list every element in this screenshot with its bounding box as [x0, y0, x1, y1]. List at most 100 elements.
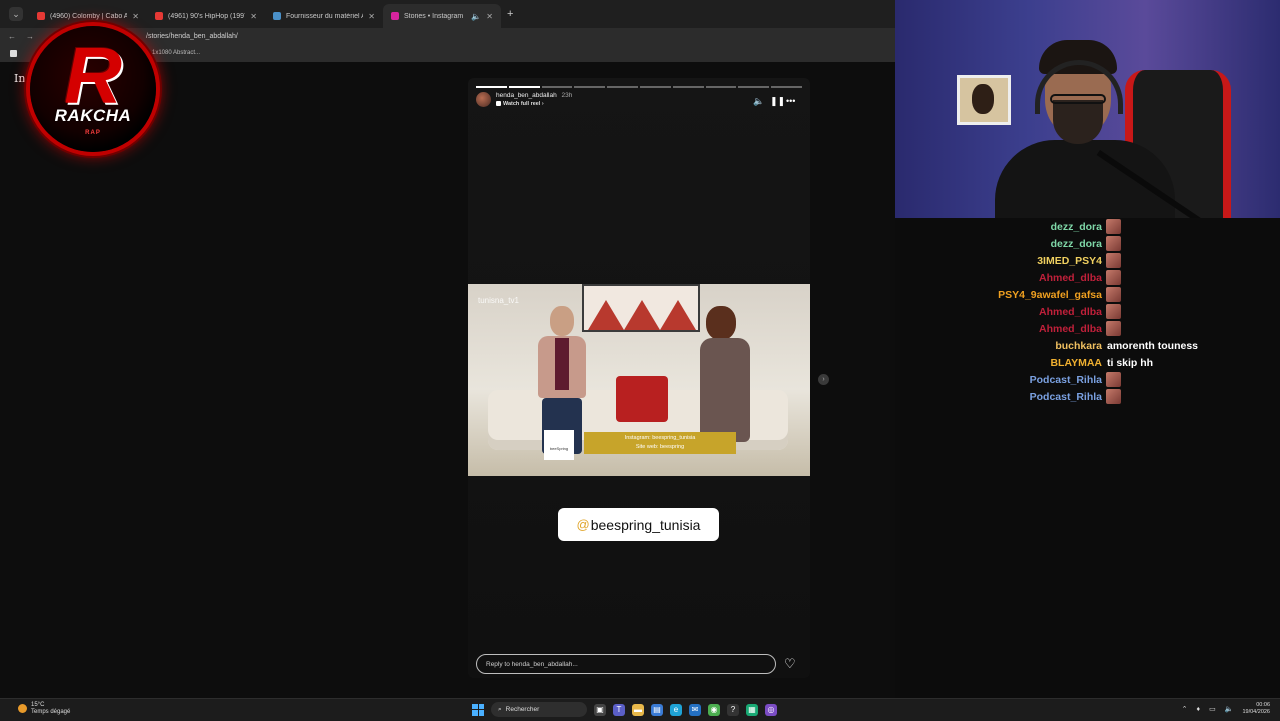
instagram-logo[interactable]: Ins — [14, 72, 31, 85]
chat-username[interactable]: buchkara — [1055, 340, 1102, 352]
weather-icon — [18, 704, 27, 713]
close-tab-icon[interactable]: ✕ — [368, 12, 375, 21]
store-icon[interactable]: ▤ — [651, 703, 663, 716]
story-time: 23h — [561, 92, 573, 99]
chat-emote-icon — [1106, 389, 1121, 404]
pause-icon[interactable]: ❚❚ — [770, 96, 785, 107]
chat-message: Ahmed_dlba — [895, 303, 1280, 320]
pillow — [616, 376, 668, 422]
chat-emote-icon — [1106, 287, 1121, 302]
chevron-up-icon[interactable]: ⌃ — [1182, 705, 1188, 713]
logo-name: RAKCHA — [54, 106, 132, 125]
volume-icon[interactable]: 🔈 — [753, 96, 764, 107]
task-view-icon[interactable]: ▣ — [594, 703, 606, 716]
chat-emote-icon — [1106, 270, 1121, 285]
tab-search-button[interactable]: ⌄ — [9, 7, 23, 21]
story-video[interactable]: tunisna_tv1 beeSpring Instagram: beespri… — [468, 284, 810, 476]
youtube-icon — [155, 12, 163, 20]
chat-username[interactable]: BLAYMAA — [1050, 357, 1102, 369]
chat-emote-icon — [1106, 253, 1121, 268]
chat-username[interactable]: Podcast_Rihla — [1030, 391, 1102, 403]
story-username[interactable]: henda_ben_abdallah — [496, 92, 557, 99]
reply-input[interactable] — [476, 654, 776, 674]
watch-full-reel-link[interactable]: Watch full reel › — [496, 101, 572, 107]
help-icon[interactable]: ? — [727, 703, 739, 716]
close-tab-icon[interactable]: ✕ — [132, 12, 139, 21]
reply-row: ♡ — [476, 654, 806, 674]
chat-username[interactable]: dezz_dora — [1051, 238, 1102, 250]
chat-username[interactable]: Ahmed_dlba — [1039, 306, 1102, 318]
back-icon[interactable]: ← — [8, 32, 18, 41]
chat-message: Podcast_Rihla — [895, 388, 1280, 405]
chat-emote-icon — [1106, 372, 1121, 387]
more-options-icon[interactable]: ••• — [786, 96, 795, 106]
heart-icon[interactable]: ♡ — [784, 656, 796, 672]
chat-username[interactable]: dezz_dora — [1051, 221, 1102, 233]
chat-message: 3IMED_PSY4 — [895, 252, 1280, 269]
close-tab-icon[interactable]: ✕ — [486, 12, 493, 21]
story-progress — [476, 86, 802, 88]
reel-icon — [496, 101, 501, 106]
mention-text: beespring_tunisia — [590, 516, 701, 533]
volume-icon[interactable]: 🔈 — [1225, 705, 1234, 713]
discord-icon[interactable]: ◎ — [765, 703, 777, 716]
chat-emote-icon — [1106, 219, 1121, 234]
taskbar-apps: ⌕ Rechercher ▣ T ▬ ▤ e ✉ ◉ ? ▦ ◎ — [472, 702, 777, 717]
chat-message: Ahmed_dlba — [895, 320, 1280, 337]
chat-emote-icon — [1106, 321, 1121, 336]
temperature: 15°C — [31, 702, 45, 708]
tab-3-active[interactable]: Stories • Instagram 🔈 ✕ — [383, 4, 501, 28]
teams-icon[interactable]: T — [613, 703, 625, 716]
next-story-arrow[interactable]: › — [818, 374, 829, 385]
chat-username[interactable]: Podcast_Rihla — [1030, 374, 1102, 386]
tab-title: (4961) 90's HipHop (1997) [Lo... — [168, 12, 245, 20]
chat-emote-icon — [1106, 304, 1121, 319]
new-tab-button[interactable]: + — [507, 8, 513, 20]
picture-frame — [957, 75, 1011, 125]
windows-start-icon[interactable] — [472, 703, 484, 716]
chat-message: PSY4_9awafel_gafsa — [895, 286, 1280, 303]
chat-message: dezz_dora — [895, 218, 1280, 235]
chat-message-text: ti skip hh — [1107, 356, 1154, 369]
mail-icon[interactable]: ✉ — [689, 703, 701, 716]
tab-1[interactable]: (4961) 90's HipHop (1997) [Lo... ✕ — [147, 6, 265, 26]
network-icon[interactable]: ▭ — [1209, 705, 1216, 713]
url-field[interactable]: /stories/henda_ben_abdallah/ — [146, 33, 238, 40]
edge-icon[interactable]: e — [670, 703, 682, 716]
chat-username[interactable]: Ahmed_dlba — [1039, 323, 1102, 335]
bookmark-item[interactable]: 1x1080 Abstract... — [152, 50, 200, 56]
chat-username[interactable]: Ahmed_dlba — [1039, 272, 1102, 284]
file-explorer-icon[interactable]: ▬ — [632, 703, 644, 716]
chat-message: Ahmed_dlba — [895, 269, 1280, 286]
taskbar-search[interactable]: ⌕ Rechercher — [491, 702, 587, 717]
chat-username[interactable]: 3IMED_PSY4 — [1037, 255, 1102, 267]
microphone-icon[interactable]: ♦ — [1197, 706, 1201, 713]
tab-title: Fournisseur du matériel Audio... — [286, 12, 363, 20]
chat-message-text: amorenth touness — [1107, 339, 1199, 352]
wall-painting — [582, 284, 700, 332]
streamer-torso — [995, 140, 1175, 218]
close-tab-icon[interactable]: ✕ — [250, 12, 257, 21]
chrome-icon[interactable]: ◉ — [708, 703, 720, 716]
tab-0[interactable]: (4960) Colomby | Cabo Africa | ✕ — [29, 6, 147, 26]
site-icon — [273, 12, 281, 20]
chat-message: Podcast_Rihla — [895, 371, 1280, 388]
webcam-feed — [895, 0, 1280, 218]
chat-username[interactable]: PSY4_9awafel_gafsa — [998, 289, 1102, 301]
audio-icon[interactable]: 🔈 — [471, 12, 481, 21]
story-viewer[interactable]: henda_ben_abdallah 23h Watch full reel ›… — [468, 78, 810, 678]
chat-emote-icon — [1106, 236, 1121, 251]
browser-tab-bar: ⌄ (4960) Colomby | Cabo Africa | ✕ (4961… — [0, 0, 895, 28]
avatar[interactable] — [476, 92, 491, 107]
weather-text: Temps dégagé — [31, 709, 71, 715]
youtube-icon — [37, 12, 45, 20]
tab-title: Stories • Instagram — [404, 12, 464, 20]
clock[interactable]: 00:06 19/04/2026 — [1242, 702, 1270, 716]
apps-icon[interactable] — [10, 49, 17, 57]
instagram-icon — [391, 12, 399, 20]
tab-title: (4960) Colomby | Cabo Africa | — [50, 12, 128, 20]
weather-widget[interactable]: 15°C Temps dégagé — [18, 702, 70, 716]
app-icon[interactable]: ▦ — [746, 703, 758, 716]
tab-2[interactable]: Fournisseur du matériel Audio... ✕ — [265, 6, 383, 26]
mention-sticker[interactable]: @ beespring_tunisia — [558, 508, 719, 541]
